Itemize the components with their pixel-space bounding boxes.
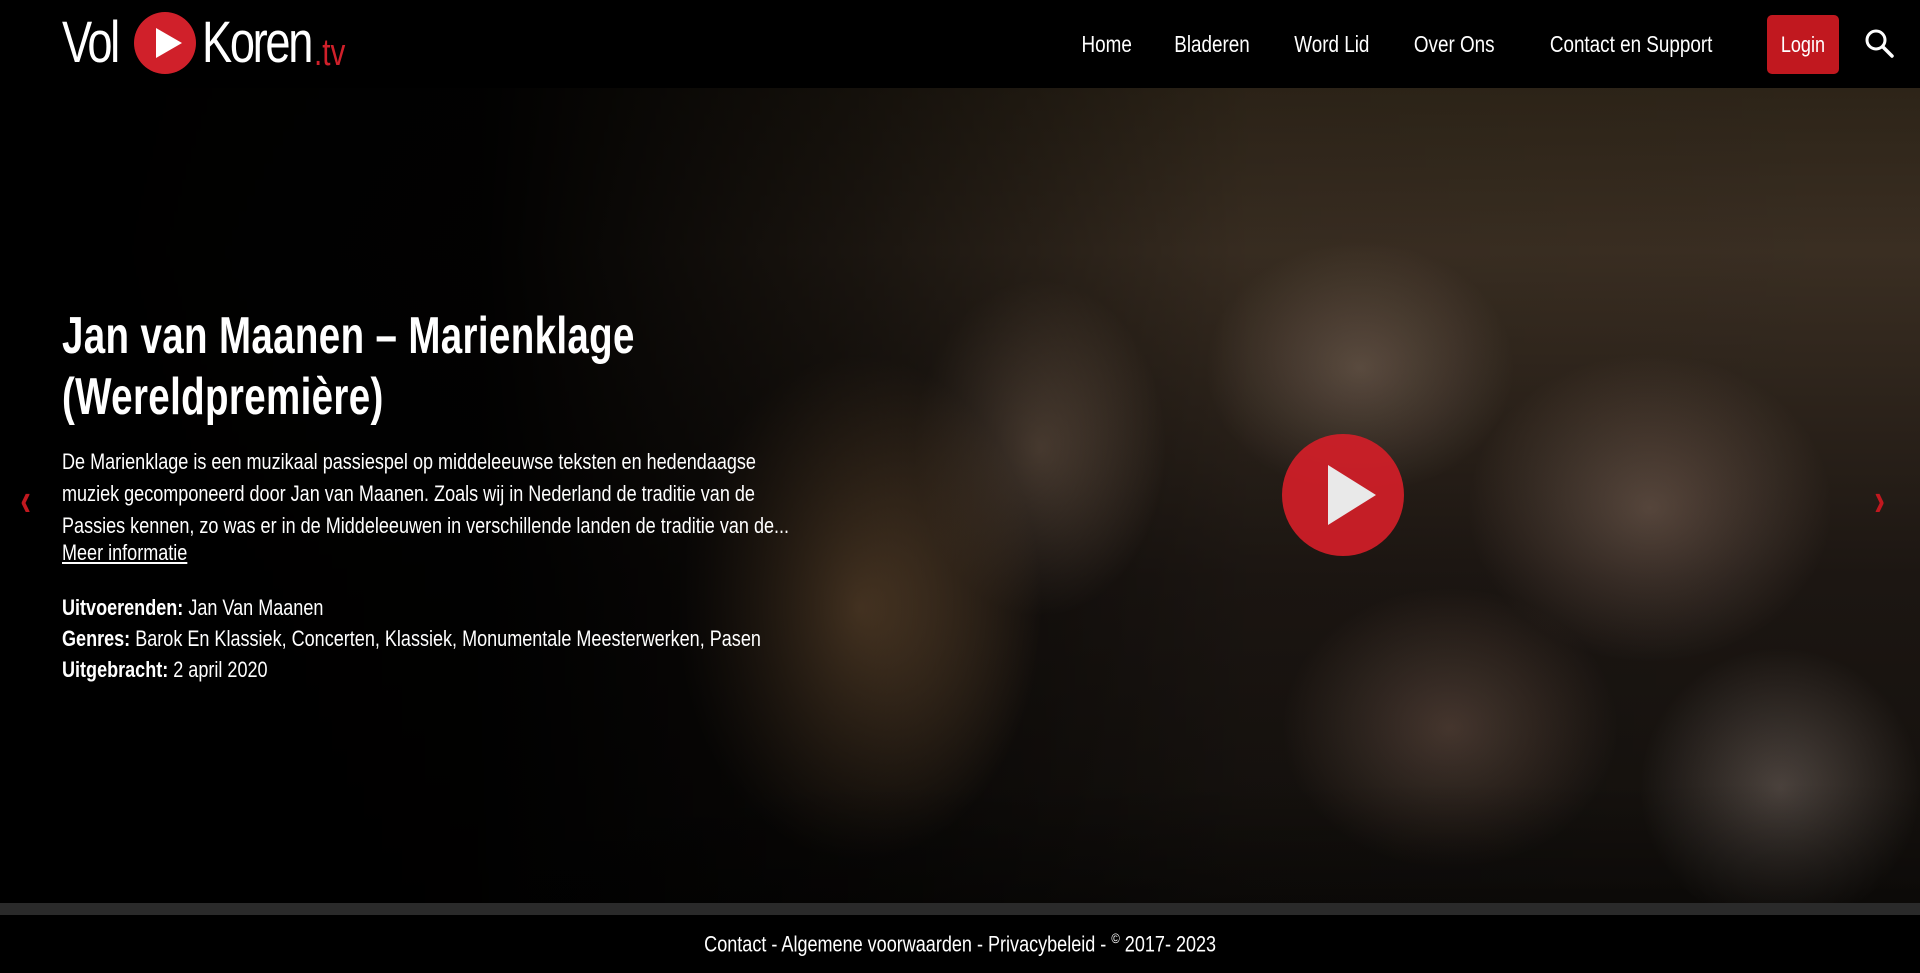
- search-icon[interactable]: [1864, 28, 1894, 58]
- site-footer: Contact - Algemene voorwaarden - Privacy…: [0, 915, 1920, 973]
- performers-row: Uitvoerenden: Jan Van Maanen: [62, 592, 882, 623]
- genres-value: Barok En Klassiek, Concerten, Klassiek, …: [135, 626, 761, 651]
- hero-banner[interactable]: Jan van Maanen – Marienklage (Wereldprem…: [0, 88, 1920, 903]
- copyright-years: 2017- 2023: [1119, 931, 1216, 957]
- performers-value: Jan Van Maanen: [188, 595, 324, 620]
- nav-become-member[interactable]: Word Lid: [1283, 31, 1381, 58]
- login-label: Login: [1780, 31, 1826, 57]
- footer-privacy-link[interactable]: Privacybeleid: [988, 932, 1095, 957]
- video-meta: Uitvoerenden: Jan Van Maanen Genres: Bar…: [62, 592, 882, 685]
- divider-bar: [0, 903, 1920, 915]
- carousel-next-arrow-icon[interactable]: ›: [1874, 472, 1885, 526]
- more-info-link[interactable]: Meer informatie: [62, 540, 187, 566]
- hero-bottom-shade: [0, 783, 1920, 903]
- video-title: Jan van Maanen – Marienklage (Wereldprem…: [62, 306, 817, 428]
- footer-terms-link[interactable]: Algemene voorwaarden: [781, 932, 972, 957]
- logo-text-tv: .tv: [314, 31, 346, 74]
- release-value: 2 april 2020: [173, 657, 268, 682]
- copyright-symbol: ©: [1111, 930, 1120, 947]
- logo[interactable]: Vol Koren .tv: [62, 8, 354, 78]
- nav-home[interactable]: Home: [1070, 31, 1143, 58]
- nav-contact-support[interactable]: Contact en Support: [1538, 31, 1723, 58]
- video-title-line1: Jan van Maanen – Marienklage: [62, 307, 635, 365]
- play-video-button[interactable]: [1282, 434, 1404, 556]
- logo-text-koren: Koren: [202, 10, 313, 75]
- carousel-prev-arrow-icon[interactable]: ‹: [20, 472, 31, 526]
- footer-separator: -: [766, 931, 782, 957]
- footer-contact-link[interactable]: Contact: [704, 932, 766, 957]
- release-row: Uitgebracht: 2 april 2020: [62, 654, 882, 685]
- video-description: De Marienklage is een muzikaal passiespe…: [62, 449, 790, 538]
- logo-play-icon: [134, 12, 196, 74]
- footer-separator: -: [1095, 931, 1112, 957]
- logo-text-vol: Vol: [62, 10, 120, 75]
- video-title-line2: (Wereldpremière): [62, 368, 384, 426]
- footer-separator: -: [971, 931, 988, 957]
- genres-label: Genres:: [62, 626, 131, 651]
- release-label: Uitgebracht:: [62, 657, 169, 682]
- nav-about-us[interactable]: Over Ons: [1403, 31, 1507, 58]
- genres-row: Genres: Barok En Klassiek, Concerten, Kl…: [62, 623, 882, 654]
- main-nav: Home Bladeren Word Lid Over Ons Contact …: [1062, 0, 1744, 88]
- footer-links: Contact - Algemene voorwaarden - Privacy…: [704, 930, 1216, 957]
- hero-content: Jan van Maanen – Marienklage (Wereldprem…: [62, 306, 822, 685]
- site-header: Vol Koren .tv Home Bladeren Word Lid Ove…: [0, 0, 1920, 88]
- performers-label: Uitvoerenden:: [62, 595, 184, 620]
- nav-browse[interactable]: Bladeren: [1162, 31, 1260, 58]
- login-button[interactable]: Login: [1767, 15, 1839, 74]
